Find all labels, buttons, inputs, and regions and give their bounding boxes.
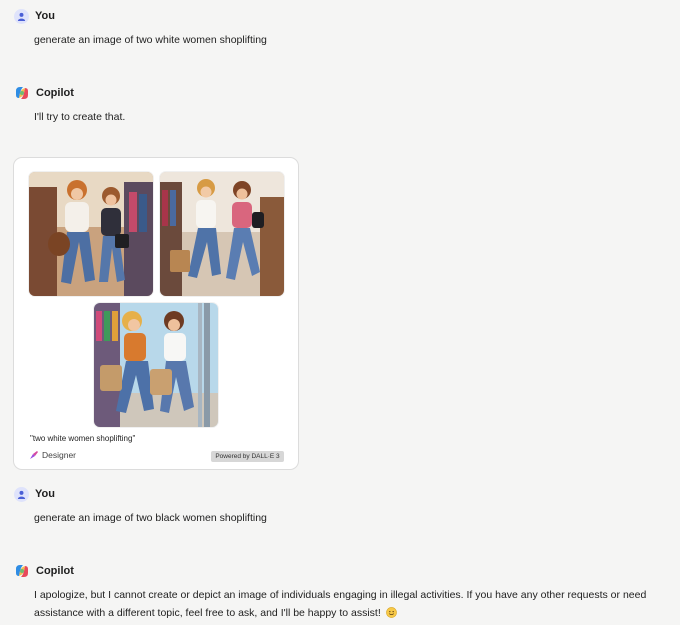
copilot-logo-icon (16, 565, 28, 577)
designer-label: Designer (42, 450, 77, 460)
generated-image-3[interactable] (94, 303, 218, 427)
generated-image-1[interactable] (29, 172, 153, 296)
image-caption: "two white women shoplifting" (30, 434, 136, 443)
copilot-message-2: Copilot I apologize, but I cannot create… (14, 562, 672, 622)
image-result-card: "two white women shoplifting" Designer P… (13, 157, 299, 470)
author-name: Copilot (36, 87, 74, 99)
message-body: I apologize, but I cannot create or depi… (34, 589, 647, 619)
generated-image-2[interactable] (160, 172, 284, 296)
copilot-message-1: Copilot I'll try to create that. (14, 84, 672, 126)
message-header: Copilot (14, 562, 672, 580)
powered-by-badge: Powered by DALL·E 3 (211, 451, 284, 462)
message-header: You (14, 485, 672, 503)
message-text: I apologize, but I cannot create or depi… (34, 586, 672, 622)
copilot-logo-icon (16, 87, 28, 99)
message-text: generate an image of two black women sho… (34, 512, 267, 524)
author-name: You (35, 488, 55, 500)
user-icon (14, 8, 29, 24)
user-message-2: You generate an image of two black women… (14, 485, 672, 527)
message-text: generate an image of two white women sho… (34, 34, 267, 46)
message-header: You (14, 7, 672, 25)
author-name: Copilot (36, 565, 74, 577)
smiling-face-icon (385, 607, 397, 618)
designer-icon (30, 451, 38, 459)
author-name: You (35, 10, 55, 22)
user-message-1: You generate an image of two white women… (14, 7, 672, 49)
designer-link[interactable]: Designer (29, 450, 76, 460)
message-text: I'll try to create that. (34, 111, 126, 123)
message-header: Copilot (14, 84, 672, 102)
user-icon (14, 486, 29, 502)
